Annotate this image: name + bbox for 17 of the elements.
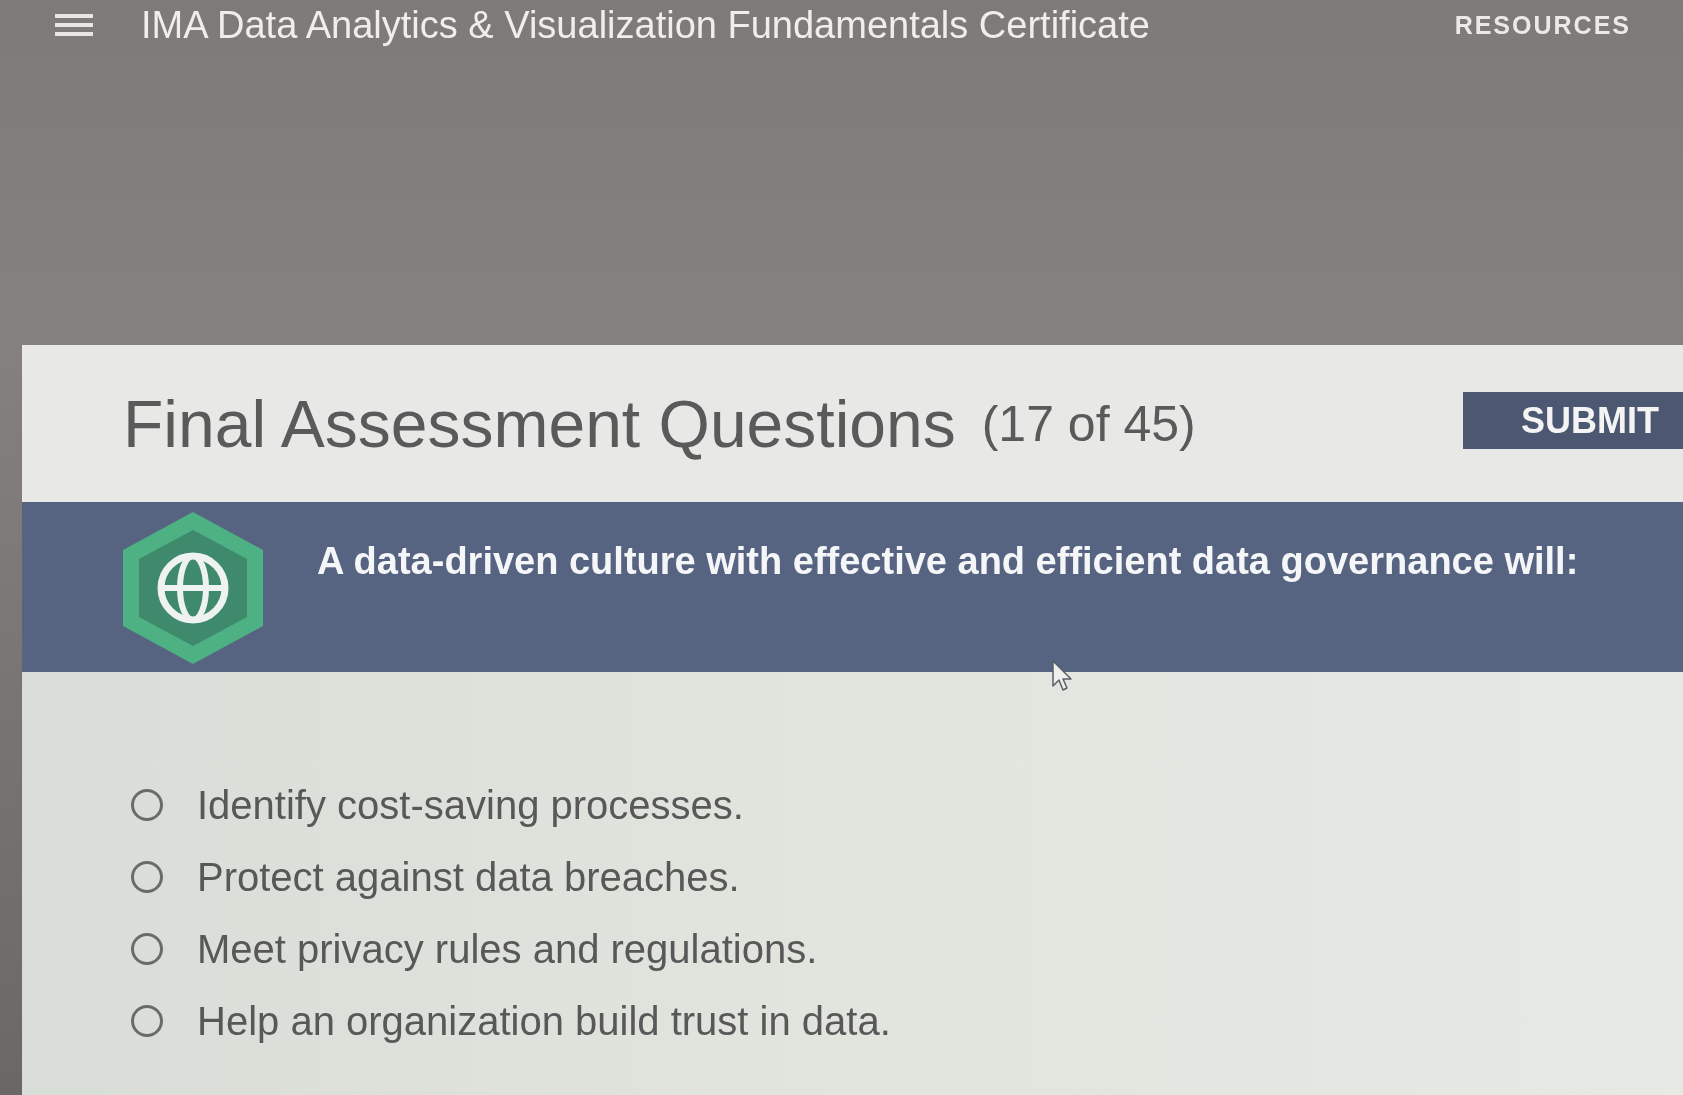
radio-button[interactable] bbox=[131, 789, 163, 821]
answer-option[interactable]: Meet privacy rules and regulations. bbox=[197, 926, 818, 972]
question-text: A data-driven culture with effective and efficient data governance will: bbox=[317, 540, 1579, 583]
menu-icon[interactable] bbox=[55, 13, 93, 37]
submit-button[interactable]: SUBMIT bbox=[1463, 392, 1683, 449]
answer-option[interactable]: Protect against data breaches. bbox=[197, 854, 740, 900]
radio-button[interactable] bbox=[131, 933, 163, 965]
answer-option[interactable]: Identify cost-saving processes. bbox=[197, 782, 744, 828]
assessment-title: Final Assessment Questions bbox=[123, 385, 956, 462]
course-title: IMA Data Analytics & Visualization Fundamentals Certificate bbox=[141, 3, 1150, 47]
mouse-pointer-icon bbox=[1052, 660, 1074, 692]
nav-link[interactable]: RESOURCES bbox=[1454, 10, 1631, 40]
radio-button[interactable] bbox=[131, 861, 163, 893]
radio-button[interactable] bbox=[131, 1005, 163, 1037]
answer-option[interactable]: Help an organization build trust in data. bbox=[197, 998, 891, 1044]
question-counter: (17 of 45) bbox=[981, 394, 1196, 453]
globe-icon bbox=[123, 512, 263, 664]
